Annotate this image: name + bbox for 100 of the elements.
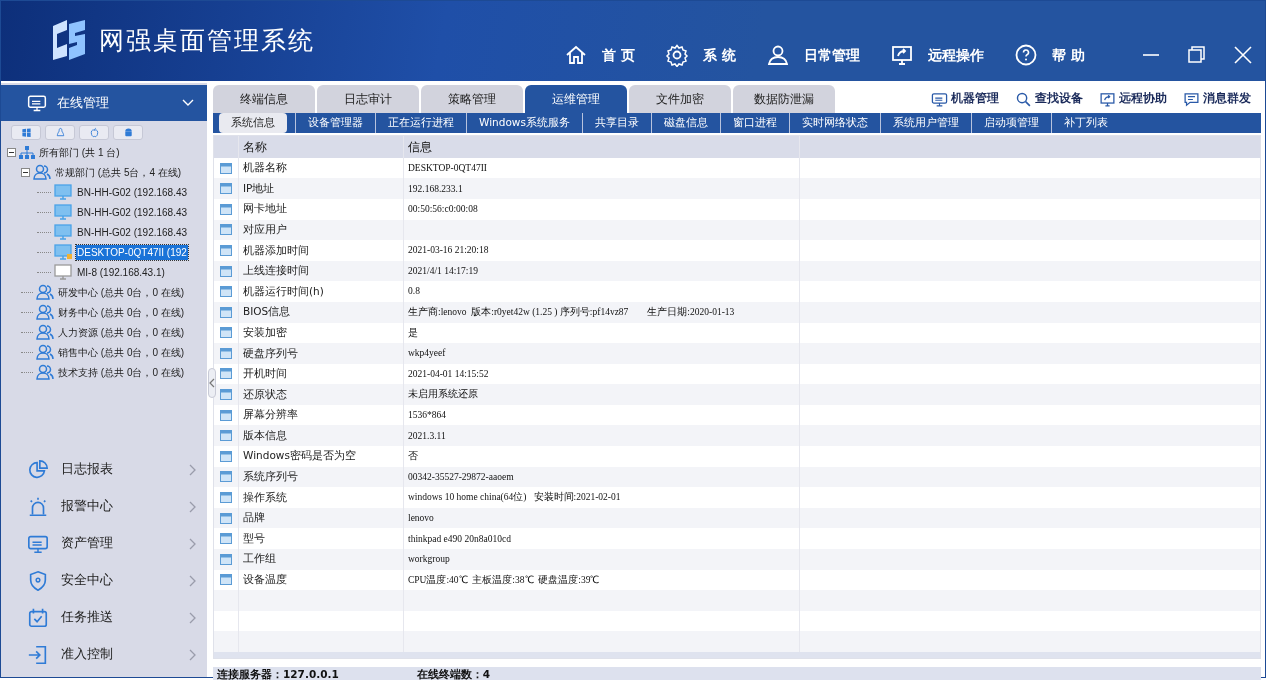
table-cell-text: workgroup: [408, 553, 450, 567]
table-cell-text: thinkpad e490 20n8a010cd: [408, 532, 511, 546]
row-icon: [220, 203, 232, 215]
windows-icon: [20, 127, 32, 138]
tab[interactable]: 文件加密: [629, 85, 731, 113]
table-cell-text: CPU温度:40℃ 主板温度:38℃ 硬盘温度:39℃: [408, 573, 600, 587]
subtab[interactable]: 系统用户管理: [879, 113, 971, 133]
subtab[interactable]: 系统信息: [219, 113, 287, 133]
users-icon: [36, 284, 54, 300]
tab[interactable]: 策略管理: [421, 85, 523, 113]
menu-item[interactable]: 报警中心: [1, 488, 207, 525]
tab[interactable]: 数据防泄漏: [733, 85, 835, 113]
monitor-icon: [931, 90, 948, 108]
subtab[interactable]: 磁盘信息: [650, 113, 720, 133]
nav-button[interactable]: 日常管理: [766, 43, 861, 67]
menu-item[interactable]: 安全中心: [1, 562, 207, 599]
subtab[interactable]: 窗口进程: [719, 113, 789, 133]
table-cell-text: 工作组: [243, 551, 276, 567]
row-icon: [220, 347, 232, 359]
close-button[interactable]: [1233, 45, 1253, 65]
tree-item[interactable]: BN-HH-G02 (192.168.43: [76, 224, 189, 240]
monitor-icon: [27, 93, 47, 113]
table-cell-text: 2021/4/1 14:17:19: [408, 264, 478, 278]
nav-button[interactable]: 首 页: [564, 43, 636, 67]
subtab[interactable]: 实时网络状态: [788, 113, 880, 133]
table-cell: 系统序列号: [243, 469, 298, 485]
table-cell-text: 版本信息: [243, 427, 287, 443]
os-filter-button[interactable]: [11, 125, 41, 140]
subtab[interactable]: 正在运行进程: [375, 113, 466, 133]
os-filter-button[interactable]: [113, 125, 143, 140]
tree-item[interactable]: 常规部门 (总共 5台，4 在线): [54, 164, 183, 180]
column-header: 信息: [404, 135, 800, 158]
row-icon: [220, 492, 232, 504]
nav-button[interactable]: 系 统: [665, 43, 737, 67]
menu-item[interactable]: 准入控制: [1, 636, 207, 673]
tree-item[interactable]: 财务中心 (总共 0台，0 在线): [57, 304, 186, 320]
tab[interactable]: 运维管理: [525, 85, 627, 113]
table-cell-text: 操作系统: [243, 489, 287, 505]
row-icon: [220, 265, 232, 277]
row-icon: [220, 471, 232, 483]
table-cell-text: 否: [408, 450, 418, 464]
table-cell-text: 还原状态: [243, 386, 287, 402]
table-cell: 未启用系统还原: [408, 387, 478, 402]
subtab[interactable]: 启动项管理: [970, 113, 1051, 133]
message-icon: [1183, 90, 1200, 108]
subtab[interactable]: 补丁列表: [1050, 113, 1120, 133]
row-icon: [220, 553, 232, 565]
table-cell-text: BIOS信息: [243, 304, 291, 320]
tree-item[interactable]: DESKTOP-0QT47II (192: [76, 244, 188, 260]
tab[interactable]: 日志审计: [317, 85, 419, 113]
tree-item[interactable]: 技术支持 (总共 0台，0 在线): [57, 364, 186, 380]
tab[interactable]: 终端信息: [213, 85, 315, 113]
table-cell: windows 10 home china(64位) 安装时间:2021-02-01: [408, 490, 621, 505]
tree-item[interactable]: 所有部门 (共 1 台): [38, 144, 121, 160]
tree-item[interactable]: BN-HH-G02 (192.168.43: [76, 204, 189, 220]
tree-item[interactable]: MI-8 (192.168.43.1): [76, 264, 166, 280]
tree-item[interactable]: 人力资源 (总共 0台，0 在线): [57, 324, 186, 340]
table-cell-text: 2021-03-16 21:20:18: [408, 244, 489, 258]
chevron-right-icon: [188, 574, 197, 587]
column-header: 名称: [239, 135, 404, 158]
collapse-icon[interactable]: [7, 147, 16, 157]
toolbar-button[interactable]: 消息群发: [1183, 90, 1251, 108]
tree-item[interactable]: 销售中心 (总共 0台，0 在线): [57, 344, 186, 360]
table-cell-text: 机器运行时间(h): [243, 283, 324, 299]
table-cell: 上线连接时间: [243, 263, 309, 279]
table-cell: 设备温度: [243, 572, 287, 588]
table-cell-text: 安装加密: [243, 324, 287, 340]
toolbar-button[interactable]: 查找设备: [1015, 90, 1083, 108]
users-icon: [36, 344, 54, 360]
menu-item[interactable]: 日志报表: [1, 451, 207, 488]
subtab[interactable]: Windows系统服务: [466, 113, 582, 133]
row-icon: [220, 244, 232, 256]
nav-button[interactable]: 帮 助: [1014, 43, 1085, 67]
subtab[interactable]: 设备管理器: [295, 113, 375, 133]
table-cell-text: 型号: [243, 530, 265, 546]
help-icon: [1014, 43, 1039, 67]
toolbar-button[interactable]: 远程协助: [1099, 90, 1167, 108]
remote-screen-icon: [890, 43, 915, 67]
menu-item[interactable]: 资产管理: [1, 525, 207, 562]
chevron-right-icon: [188, 500, 197, 513]
row-icon: [220, 512, 232, 524]
nav-button[interactable]: 远程操作: [890, 43, 985, 67]
toolbar-button[interactable]: 机器管理: [931, 90, 999, 108]
sign-in-icon: [27, 643, 49, 666]
tree-item[interactable]: BN-HH-G02 (192.168.43: [76, 184, 189, 200]
section-header[interactable]: 在线管理: [1, 85, 207, 121]
settings-icon: [665, 43, 690, 67]
chevron-right-icon: [188, 611, 197, 624]
table-cell-text: 2021-04-01 14:15:52: [408, 367, 489, 381]
row-icon: [220, 327, 232, 339]
collapse-icon[interactable]: [21, 167, 30, 177]
tree-item[interactable]: 研发中心 (总共 0台，0 在线): [57, 284, 186, 300]
search-icon: [1015, 90, 1032, 108]
restore-button[interactable]: [1187, 45, 1207, 65]
table-cell-text: 屏幕分辨率: [243, 407, 298, 423]
subtab[interactable]: 共享目录: [581, 113, 651, 133]
status-text: 连接服务器：127.0.0.1: [217, 667, 339, 680]
table-cell-text: 192.168.233.1: [408, 182, 463, 196]
menu-item[interactable]: 任务推送: [1, 599, 207, 636]
table-cell-text: 1536*864: [408, 409, 446, 423]
